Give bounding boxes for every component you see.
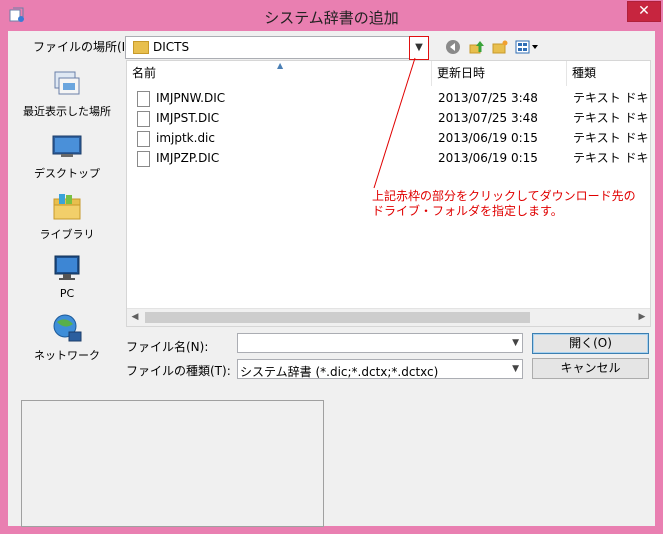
window-title: システム辞書の追加 (264, 9, 399, 27)
title-bar: システム辞書の追加 ✕ (0, 0, 663, 32)
file-date: 2013/07/25 3:48 (438, 91, 538, 105)
libraries-icon (53, 194, 81, 220)
file-name: IMJPZP.DIC (156, 151, 220, 165)
scroll-thumb[interactable] (145, 312, 530, 323)
text-file-icon (137, 111, 150, 127)
scroll-right-icon[interactable]: ▶ (634, 310, 650, 325)
place-libraries[interactable]: ライブラリ (8, 191, 126, 242)
filename-label: ファイル名(N): (126, 340, 209, 354)
network-icon (53, 314, 82, 342)
preview-pane (21, 400, 324, 527)
place-desktop-label: デスクトップ (34, 167, 100, 180)
file-name: IMJPNW.DIC (156, 91, 226, 105)
new-folder-icon[interactable] (492, 39, 508, 55)
computer-icon (54, 255, 80, 280)
filename-input[interactable]: ▼ (237, 333, 523, 353)
annotation-line-1: 上記赤枠の部分をクリックしてダウンロード先の (372, 189, 636, 203)
file-name: IMJPST.DIC (156, 111, 220, 125)
dialog-window: システム辞書の追加 ✕ ファイルの場所(I): DICTS ▼ 最近表示した場所… (0, 0, 663, 534)
filetype-value: システム辞書 (*.dic;*.dctx;*.dctxc) (240, 365, 439, 379)
file-type: テキスト ドキュメント (573, 131, 650, 145)
sort-indicator-icon: ▲ (277, 61, 284, 70)
place-pc[interactable]: PC (8, 252, 126, 300)
folder-icon (133, 41, 149, 54)
chevron-down-icon[interactable]: ▼ (512, 338, 519, 348)
place-recent[interactable]: 最近表示した場所 (8, 68, 126, 119)
file-row[interactable]: IMJPNW.DIC 2013/07/25 3:48 テキスト ドキュメント (127, 88, 650, 108)
place-pc-label: PC (59, 287, 75, 300)
text-file-icon (137, 151, 150, 167)
view-menu-icon[interactable] (515, 39, 539, 55)
place-libraries-label: ライブラリ (39, 228, 95, 241)
filetype-label: ファイルの種類(T): (126, 364, 231, 378)
file-date: 2013/07/25 3:48 (438, 111, 538, 125)
file-date: 2013/06/19 0:15 (438, 131, 538, 145)
recent-places-icon (54, 71, 80, 95)
cancel-button[interactable]: キャンセル (532, 358, 649, 379)
place-network[interactable]: ネットワーク (8, 312, 126, 363)
file-type: テキスト ドキュメント (573, 151, 650, 165)
file-name: imjptk.dic (156, 131, 215, 145)
desktop-icon (52, 135, 82, 157)
file-row[interactable]: IMJPST.DIC 2013/07/25 3:48 テキスト ドキュメント (127, 108, 650, 128)
chevron-down-icon[interactable]: ▼ (512, 364, 519, 374)
horizontal-scrollbar[interactable]: ◀ ▶ (127, 308, 650, 326)
file-date: 2013/06/19 0:15 (438, 151, 538, 165)
up-folder-icon[interactable] (469, 39, 485, 55)
file-type: テキスト ドキュメント (573, 91, 650, 105)
close-button[interactable]: ✕ (627, 1, 661, 22)
lookin-value: DICTS (153, 40, 190, 54)
back-icon[interactable] (445, 39, 461, 55)
annotation-text: 上記赤枠の部分をクリックしてダウンロード先の ドライブ・フォルダを指定します。 (372, 189, 636, 219)
place-network-label: ネットワーク (34, 349, 100, 362)
column-header-date[interactable]: 更新日時 (432, 61, 567, 86)
lookin-combobox[interactable]: DICTS ▼ (125, 36, 429, 60)
file-row[interactable]: imjptk.dic 2013/06/19 0:15 テキスト ドキュメント (127, 128, 650, 148)
column-header-type[interactable]: 種類 (567, 61, 650, 86)
annotation-line-2: ドライブ・フォルダを指定します。 (372, 204, 563, 218)
filetype-select[interactable]: システム辞書 (*.dic;*.dctx;*.dctxc) ▼ (237, 359, 523, 379)
scroll-left-icon[interactable]: ◀ (127, 310, 143, 325)
place-recent-label: 最近表示した場所 (23, 105, 111, 118)
places-bar: 最近表示した場所 デスクトップ ライブラリ PC ネットワーク (8, 58, 126, 388)
file-type: テキスト ドキュメント (573, 111, 650, 125)
text-file-icon (137, 91, 150, 107)
lookin-dropdown-button[interactable]: ▼ (409, 36, 429, 60)
open-button[interactable]: 開く(O) (532, 333, 649, 354)
text-file-icon (137, 131, 150, 147)
dialog-client: ファイルの場所(I): DICTS ▼ 最近表示した場所 デスクトップ ライブラ… (8, 31, 655, 527)
file-row[interactable]: IMJPZP.DIC 2013/06/19 0:15 テキスト ドキュメント (127, 148, 650, 168)
place-desktop[interactable]: デスクトップ (8, 130, 126, 181)
lookin-label: ファイルの場所(I): (33, 40, 134, 54)
